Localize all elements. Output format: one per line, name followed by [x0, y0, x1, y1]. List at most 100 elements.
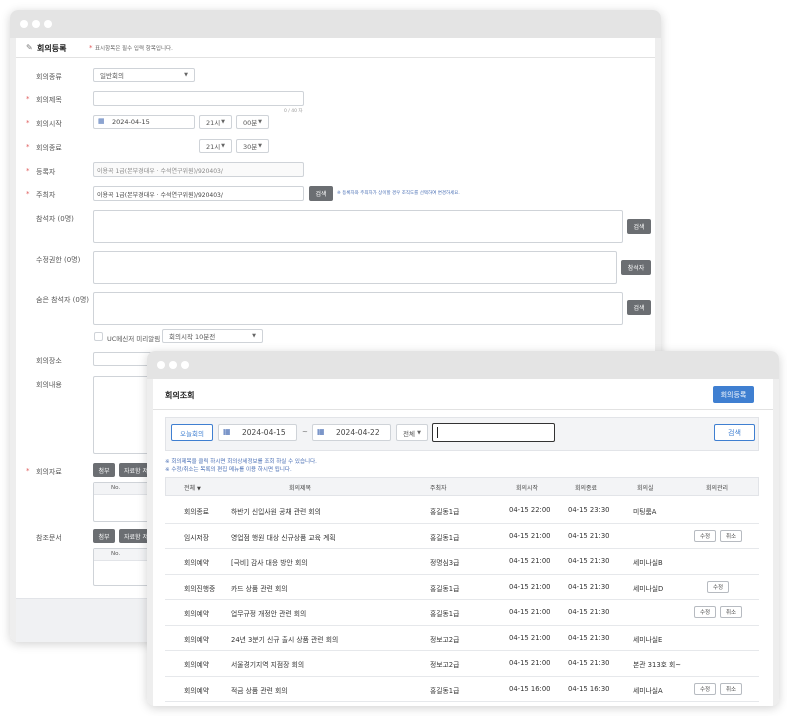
- cancel-button[interactable]: 취소: [720, 682, 742, 695]
- column-room-header: 회의실: [637, 485, 654, 492]
- uc-alarm-label: UC메신저 미리알림: [107, 335, 161, 343]
- hidden-attendees-box[interactable]: [93, 292, 623, 325]
- cancel-button[interactable]: 취소: [720, 529, 742, 542]
- start-date-value: 2024-04-15: [112, 118, 150, 126]
- meeting-type-select[interactable]: 일반회의 ▼: [93, 68, 195, 82]
- hidden-attendees-search-button[interactable]: 검색: [627, 300, 651, 315]
- row-title-link[interactable]: 하반기 신입사원 공채 관련 회의: [231, 506, 321, 516]
- edit-button[interactable]: 수정: [707, 580, 729, 593]
- register-meeting-button[interactable]: 회의등록: [713, 386, 754, 403]
- required-mark: *: [26, 119, 30, 127]
- editors-label: 수정권한 (0명): [36, 256, 81, 264]
- host-value: 이용곡 1급(본부경대우 · 수석연구위원)/920403/: [97, 192, 223, 199]
- meeting-type-value: 일반회의: [100, 72, 124, 80]
- row-host: 정보고2급: [430, 635, 460, 644]
- row-room: 미팅룸A: [633, 508, 657, 516]
- material-attach-button[interactable]: 첨부: [93, 463, 115, 477]
- attendees-box[interactable]: [93, 210, 623, 243]
- column-status-header[interactable]: 전체 ▼: [184, 483, 201, 492]
- row-room: 세미나실A: [633, 686, 663, 695]
- today-meetings-button[interactable]: 오늘회의: [171, 424, 213, 441]
- row-start: 04-15 21:00: [509, 557, 551, 565]
- row-start: 04-15 16:00: [509, 684, 551, 693]
- window-dot[interactable]: [157, 361, 165, 369]
- host-search-button[interactable]: 검색: [309, 186, 333, 201]
- row-end: 04-15 21:30: [568, 633, 610, 642]
- registrant-label: 등록자: [36, 168, 56, 176]
- row-end: 04-15 21:30: [568, 608, 610, 616]
- guide-note: ※ 수정/취소는 목록의 편집 메뉴를 이용 하시면 됩니다.: [165, 467, 292, 473]
- filter-select[interactable]: 전체 ▼: [396, 424, 428, 441]
- uc-alarm-checkbox[interactable]: [94, 332, 103, 341]
- pencil-icon: ✎: [26, 43, 33, 52]
- row-host: 홍길동1급: [430, 508, 460, 516]
- calendar-icon[interactable]: ▦: [223, 427, 231, 436]
- calendar-icon[interactable]: ▦: [317, 427, 325, 436]
- edit-button[interactable]: 수정: [694, 606, 716, 618]
- row-status: 회의예약: [184, 686, 210, 695]
- end-minute-select[interactable]: 30분 ▼: [236, 139, 269, 153]
- row-divider: [165, 522, 759, 524]
- date-from-value: 2024-04-15: [242, 428, 286, 437]
- row-start: 04-15 21:00: [509, 659, 551, 667]
- type-label: 회의종류: [36, 73, 62, 81]
- reference-attach-button[interactable]: 첨부: [93, 529, 115, 543]
- row-room: 세미나실B: [633, 559, 663, 567]
- required-mark: *: [26, 190, 30, 198]
- row-end: 04-15 16:30: [568, 684, 610, 693]
- content-editor[interactable]: [93, 376, 153, 454]
- filter-value: 전체: [403, 429, 415, 438]
- edit-button[interactable]: 수정: [694, 529, 716, 542]
- editors-attendee-button[interactable]: 참석자: [621, 260, 651, 275]
- row-title-link[interactable]: [극비] 감사 대응 방안 회의: [231, 557, 307, 567]
- subject-counter: 0 / 40 자: [284, 109, 303, 114]
- uc-alarm-select[interactable]: 회의시작 10분전 ▼: [162, 329, 263, 343]
- row-status: 회의예약: [184, 610, 210, 618]
- place-input[interactable]: [93, 352, 153, 366]
- row-start: 04-15 21:00: [509, 531, 551, 540]
- search-button[interactable]: 검색: [714, 424, 755, 441]
- search-input[interactable]: [432, 423, 555, 442]
- row-title-link[interactable]: 카드 상품 관련 회의: [231, 583, 288, 593]
- row-title-link[interactable]: 24년 3분기 신규 출시 상품 관련 회의: [231, 634, 338, 644]
- attendees-search-button[interactable]: 검색: [627, 219, 651, 234]
- row-title-link[interactable]: 영업점 행원 대상 신규상품 교육 계획: [231, 532, 336, 542]
- end-hour-select[interactable]: 21시 ▼: [199, 139, 232, 153]
- window-dot[interactable]: [181, 361, 189, 369]
- material-table-header: [94, 483, 152, 495]
- window-dot[interactable]: [44, 20, 52, 28]
- row-host: 홍길동1급: [430, 686, 460, 695]
- editors-box[interactable]: [93, 251, 617, 284]
- row-status: 임시저장: [184, 533, 210, 542]
- subject-input[interactable]: [93, 91, 304, 106]
- column-title-header: 회의제목: [289, 485, 312, 492]
- row-title-link[interactable]: 적금 상품 관련 회의: [231, 685, 288, 695]
- column-host-header: 주최자: [430, 485, 447, 492]
- window-dot[interactable]: [169, 361, 177, 369]
- row-divider: [165, 548, 759, 549]
- required-mark: *: [26, 95, 30, 103]
- row-title-link[interactable]: 서울경기지역 지점장 회의: [231, 659, 304, 669]
- subject-label: 회의제목: [36, 96, 62, 104]
- required-mark: *: [26, 143, 30, 151]
- page-title: 회의등록: [37, 44, 67, 53]
- row-host: 홍길동1급: [430, 584, 460, 593]
- chevron-down-icon: ▼: [417, 429, 421, 436]
- row-end: 04-15 21:30: [568, 531, 610, 540]
- row-title-link[interactable]: 업무규정 개정안 관련 회의: [231, 608, 306, 618]
- window-dot[interactable]: [20, 20, 28, 28]
- host-note: ※ 등록자와 주최자가 상이할 경우 조직도를 선택하여 변경하세요.: [337, 191, 460, 196]
- chevron-down-icon: ▼: [221, 119, 225, 125]
- row-divider: [165, 624, 759, 626]
- start-minute-select[interactable]: 00분 ▼: [236, 115, 269, 129]
- edit-button[interactable]: 수정: [694, 682, 716, 695]
- header-divider: [153, 409, 773, 410]
- window-dot[interactable]: [32, 20, 40, 28]
- cancel-button[interactable]: 취소: [720, 606, 742, 618]
- window-canvas: 회의조회 회의등록 오늘회의 ▦ 2024-04-15 ~ ▦ 2024-04-…: [147, 379, 779, 706]
- start-hour-value: 21시: [206, 119, 221, 127]
- calendar-icon[interactable]: ▦: [98, 117, 105, 125]
- start-hour-select[interactable]: 21시 ▼: [199, 115, 232, 129]
- row-room: 세미나실D: [633, 584, 664, 593]
- required-note: 표시항목은 필수 입력 항목입니다.: [95, 46, 173, 52]
